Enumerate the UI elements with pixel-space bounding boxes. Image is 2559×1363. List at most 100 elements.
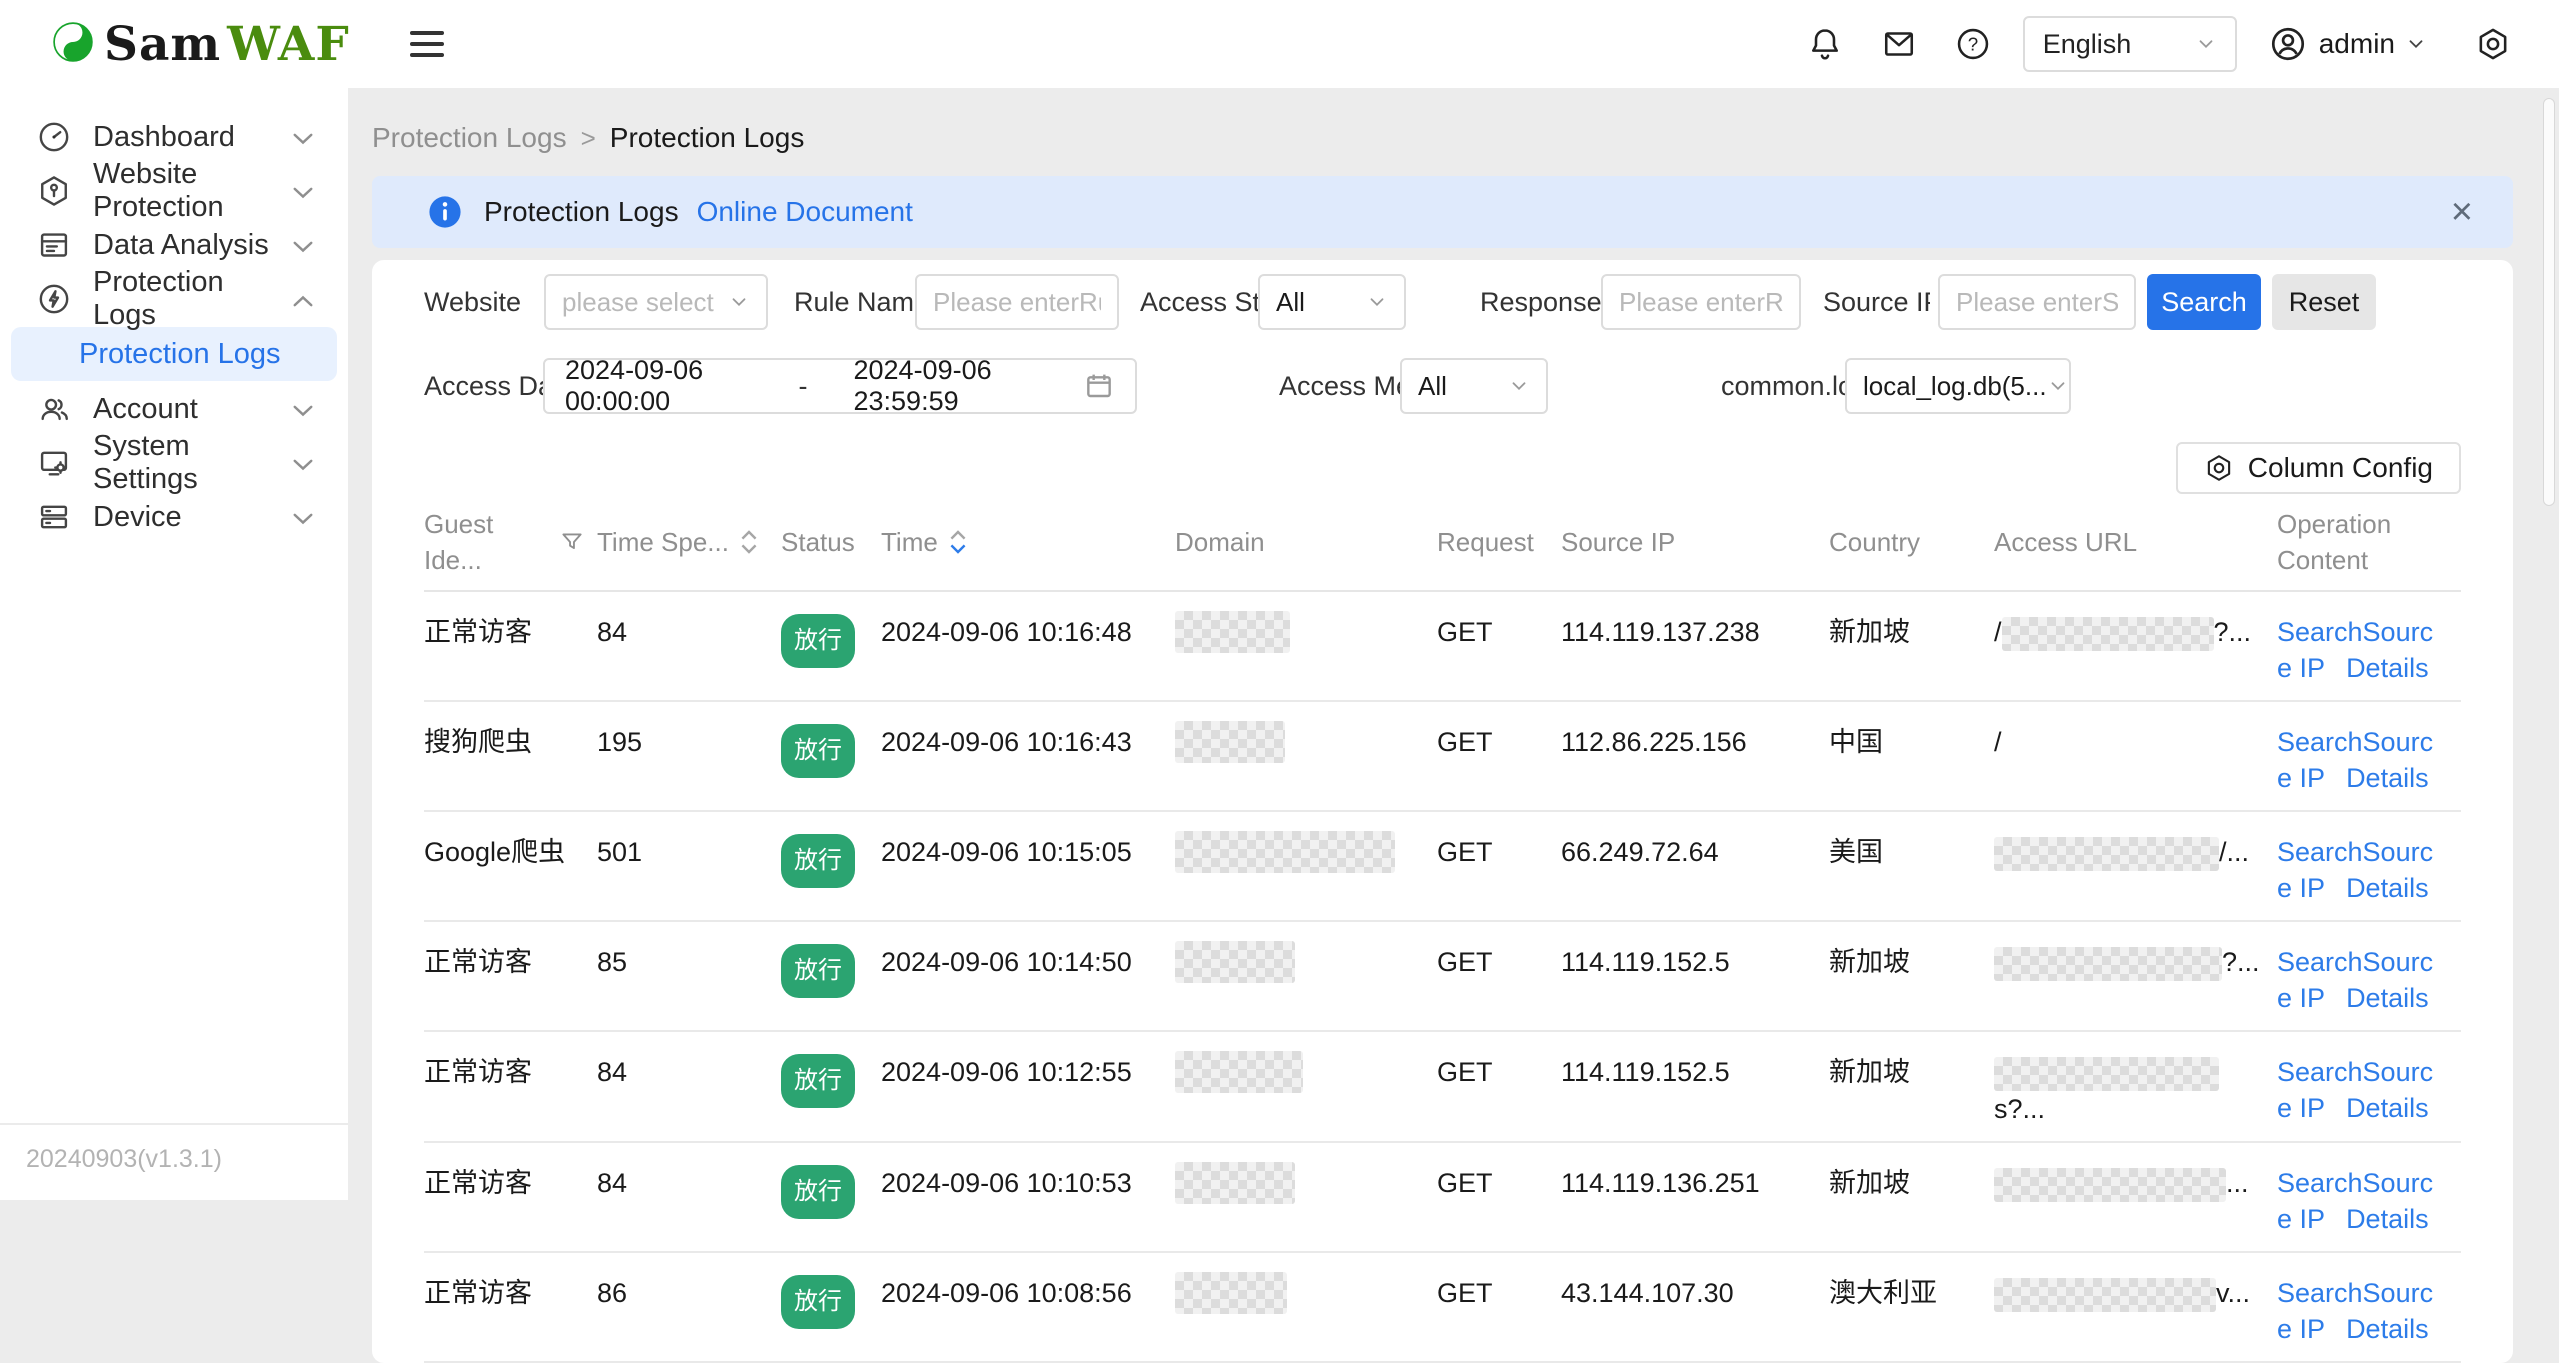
sidebar-item-label: Account	[93, 393, 198, 426]
details-link[interactable]: Details	[2346, 763, 2429, 793]
status-badge: 放行	[781, 614, 855, 668]
cell-time-spent: 84	[597, 1143, 781, 1251]
sidebar-item-device[interactable]: Device	[0, 490, 348, 544]
cell-guest-identity: 正常访客	[424, 922, 597, 1030]
cell-source-ip: 112.86.225.156	[1561, 702, 1829, 810]
settings-gear-icon[interactable]	[2473, 24, 2513, 64]
details-link[interactable]: Details	[2346, 653, 2429, 683]
notification-bell-icon[interactable]	[1805, 24, 1845, 64]
cell-domain	[1175, 702, 1437, 810]
chevron-up-icon	[292, 283, 314, 316]
cell-source-ip: 114.119.152.5	[1561, 922, 1829, 1030]
column-header-request: Request	[1437, 524, 1561, 560]
column-header-status: Status	[781, 524, 881, 560]
cell-domain	[1175, 1253, 1437, 1361]
sidebar-item-dashboard[interactable]: Dashboard	[0, 110, 348, 164]
language-select[interactable]: English	[2023, 16, 2237, 72]
website-label: Website:	[424, 287, 520, 318]
sort-desc-icon[interactable]	[948, 529, 968, 555]
cell-source-ip: 114.119.152.5	[1561, 1032, 1829, 1141]
column-header-time-spe-[interactable]: Time Spe...	[597, 524, 781, 560]
cell-time: 2024-09-06 10:16:48	[881, 592, 1175, 700]
cell-access-url: s?...	[1994, 1032, 2277, 1141]
details-link[interactable]: Details	[2346, 983, 2429, 1013]
sidebar-item-account[interactable]: Account	[0, 382, 348, 436]
cell-status: 放行	[781, 1032, 881, 1141]
cell-operation: SearchSource IP Details	[2277, 922, 2461, 1030]
menu-collapse-icon[interactable]	[410, 24, 444, 64]
table-row: 搜狗爬虫195放行2024-09-06 10:16:43GET112.86.22…	[424, 702, 2461, 812]
redacted-domain	[1175, 1051, 1303, 1093]
breadcrumb: Protection Logs > Protection Logs	[372, 122, 2559, 154]
search-button[interactable]: Search	[2147, 274, 2261, 330]
filter-icon[interactable]	[559, 529, 585, 555]
details-link[interactable]: Details	[2346, 873, 2429, 903]
user-menu[interactable]: admin	[2269, 25, 2439, 63]
chevron-down-icon	[2405, 33, 2439, 55]
source-ip-input[interactable]	[1938, 274, 2136, 330]
cell-country: 新加坡	[1829, 1143, 1994, 1251]
status-badge: 放行	[781, 724, 855, 778]
log-source-select[interactable]: local_log.db(5...	[1845, 358, 2071, 414]
cell-time: 2024-09-06 10:10:53	[881, 1143, 1175, 1251]
cell-domain	[1175, 922, 1437, 1030]
table-row: 正常访客84放行2024-09-06 10:16:48GET114.119.13…	[424, 592, 2461, 702]
website-select[interactable]: please select	[544, 274, 768, 330]
column-header-guest-ide-[interactable]: Guest Ide...	[424, 506, 597, 578]
cell-request: GET	[1437, 1032, 1561, 1141]
cell-time-spent: 84	[597, 1032, 781, 1141]
rule-name-input[interactable]	[915, 274, 1119, 330]
sort-icon[interactable]	[739, 529, 759, 555]
cell-operation: SearchSource IP Details	[2277, 702, 2461, 810]
column-header-domain: Domain	[1175, 524, 1437, 560]
access-status-label: Access Statu	[1140, 287, 1258, 318]
cell-country: 美国	[1829, 812, 1994, 920]
sidebar-item-website-protection[interactable]: Website Protection	[0, 164, 348, 218]
table-row: 正常访客84放行2024-09-06 10:12:55GET114.119.15…	[424, 1032, 2461, 1143]
sidebar-subitem-protection-logs[interactable]: Protection Logs	[11, 327, 337, 381]
sidebar-item-data-analysis[interactable]: Data Analysis	[0, 218, 348, 272]
cell-request: GET	[1437, 1143, 1561, 1251]
cell-domain	[1175, 812, 1437, 920]
banner-text: Protection Logs	[484, 196, 679, 228]
close-icon[interactable]: ×	[2451, 193, 2473, 231]
column-header-operation-content: Operation Content	[2277, 506, 2461, 578]
avatar-icon	[2269, 25, 2307, 63]
svg-text:?: ?	[1968, 34, 1978, 55]
chevron-down-icon	[2047, 375, 2069, 397]
cell-guest-identity: 正常访客	[424, 1253, 597, 1361]
cell-time: 2024-09-06 10:12:55	[881, 1032, 1175, 1141]
chevron-down-icon	[292, 393, 314, 426]
chevron-down-icon	[292, 121, 314, 154]
breadcrumb-current: Protection Logs	[610, 122, 805, 154]
chart-icon	[37, 228, 71, 262]
redacted-domain	[1175, 721, 1285, 763]
details-link[interactable]: Details	[2346, 1314, 2429, 1344]
cell-time: 2024-09-06 10:14:50	[881, 922, 1175, 1030]
log-source-label: common.log	[1721, 371, 1845, 402]
vertical-scrollbar[interactable]	[2543, 98, 2555, 506]
access-method-select[interactable]: All	[1400, 358, 1548, 414]
breadcrumb-parent[interactable]: Protection Logs	[372, 122, 567, 154]
online-document-link[interactable]: Online Document	[697, 196, 913, 228]
access-date-range-input[interactable]: 2024-09-06 00:00:00 - 2024-09-06 23:59:5…	[543, 358, 1137, 414]
redacted-domain	[1175, 611, 1290, 653]
details-link[interactable]: Details	[2346, 1093, 2429, 1123]
settings-icon	[37, 446, 71, 480]
sidebar-item-protection-logs[interactable]: Protection Logs	[0, 272, 348, 326]
sidebar-item-system-settings[interactable]: System Settings	[0, 436, 348, 490]
cell-operation: SearchSource IP Details	[2277, 1032, 2461, 1141]
response-code-input[interactable]	[1601, 274, 1801, 330]
cell-request: GET	[1437, 1253, 1561, 1361]
date-end-value: 2024-09-06 23:59:59	[854, 355, 1028, 417]
column-header-time[interactable]: Time	[881, 524, 1175, 560]
reset-button[interactable]: Reset	[2272, 274, 2376, 330]
mail-icon[interactable]	[1879, 24, 1919, 64]
column-config-button[interactable]: Column Config	[2176, 442, 2461, 494]
server-icon	[37, 500, 71, 534]
access-status-select[interactable]: All	[1258, 274, 1406, 330]
help-icon[interactable]: ?	[1953, 24, 1993, 64]
cell-operation: SearchSource IP Details	[2277, 592, 2461, 700]
chevron-down-icon	[728, 291, 750, 313]
details-link[interactable]: Details	[2346, 1204, 2429, 1234]
